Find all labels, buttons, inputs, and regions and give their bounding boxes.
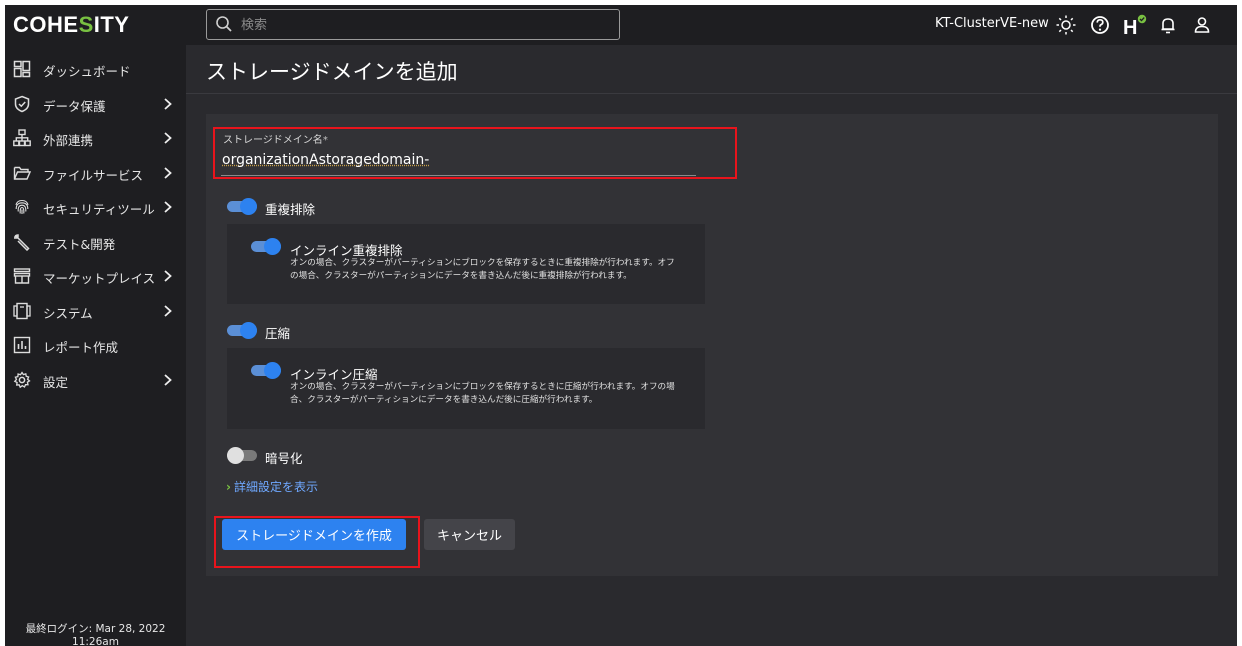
chevron-right-icon	[164, 374, 172, 386]
sidebar-item-label: 設定	[43, 375, 69, 390]
sidebar-item-dashboard[interactable]: ダッシュボード	[5, 54, 186, 84]
notification-bell-icon[interactable]	[1157, 14, 1179, 36]
search-input[interactable]	[241, 14, 611, 36]
chevron-right-icon	[164, 305, 172, 317]
form-card	[206, 114, 1218, 576]
name-field-highlight	[213, 127, 737, 179]
chevron-right-icon: ›	[226, 480, 231, 494]
chevron-right-icon	[164, 132, 172, 144]
page-header: ストレージドメインを追加	[186, 45, 1237, 94]
sidebar-item-label: マーケットプレイス	[43, 271, 156, 286]
sidebar-item-test-dev[interactable]: テスト&開発	[5, 227, 186, 257]
sidebar-item-system[interactable]: システム	[5, 296, 186, 326]
folder-icon	[13, 166, 31, 180]
cluster-name[interactable]: KT-ClusterVE-new	[935, 16, 1049, 31]
chevron-right-icon	[164, 270, 172, 282]
sidebar-item-label: ファイルサービス	[43, 168, 144, 183]
user-icon[interactable]	[1191, 14, 1213, 36]
wrench-icon	[13, 234, 30, 251]
page-title: ストレージドメインを追加	[206, 60, 458, 84]
search-box[interactable]	[206, 9, 620, 40]
sidebar-item-label: セキュリティツール	[43, 202, 155, 217]
inline-compression-toggle[interactable]	[251, 362, 281, 379]
compression-label: 圧縮	[265, 326, 291, 341]
chevron-right-icon	[164, 98, 172, 110]
chevron-right-icon	[164, 201, 172, 213]
sidebar-item-label: 外部連携	[43, 133, 94, 148]
encryption-toggle[interactable]	[227, 447, 257, 464]
sidebar-item-file-services[interactable]: ファイルサービス	[5, 158, 186, 188]
sidebar-item-label: レポート作成	[43, 340, 119, 355]
chevron-right-icon	[164, 167, 172, 179]
theme-sun-icon[interactable]	[1055, 14, 1077, 36]
sidebar-item-security-tools[interactable]: セキュリティツール	[5, 192, 186, 222]
sidebar-item-external-integration[interactable]: 外部連携	[5, 123, 186, 153]
compression-toggle[interactable]	[227, 322, 257, 339]
create-button-highlight	[214, 516, 420, 568]
inline-compression-description: オンの場合、クラスターがパーティションにブロックを保存するときに圧縮が行われます…	[290, 382, 675, 405]
app-window: COHESITY KT-ClusterVE-new H	[5, 5, 1237, 646]
top-bar: COHESITY KT-ClusterVE-new H	[5, 5, 1237, 45]
sidebar-item-label: データ保護	[43, 99, 106, 114]
sidebar-item-data-protection[interactable]: データ保護	[5, 89, 186, 119]
svg-text:H: H	[1123, 17, 1137, 36]
inline-dedup-toggle[interactable]	[251, 238, 281, 255]
system-icon	[13, 302, 31, 320]
last-login-info: 最終ログイン: Mar 28, 2022 11:26am	[25, 623, 166, 646]
show-advanced-settings-link[interactable]: › 詳細設定を表示	[226, 478, 318, 495]
sidebar-item-reports[interactable]: レポート作成	[5, 330, 186, 360]
hierarchy-icon	[13, 129, 31, 147]
dashboard-icon	[13, 60, 31, 78]
help-icon[interactable]	[1089, 14, 1111, 36]
gear-icon	[13, 371, 31, 389]
store-icon	[13, 268, 31, 284]
shield-icon	[14, 95, 30, 113]
sidebar-item-label: テスト&開発	[43, 237, 116, 252]
search-icon	[216, 16, 232, 32]
report-icon	[13, 336, 31, 354]
health-icon[interactable]: H	[1122, 14, 1148, 36]
dedup-toggle[interactable]	[227, 198, 257, 215]
dedup-label: 重複排除	[265, 202, 316, 217]
encryption-label: 暗号化	[265, 451, 303, 466]
sidebar-item-label: システム	[43, 306, 93, 321]
inline-dedup-description: オンの場合、クラスターがパーティションにブロックを保存するときに重複排除が行われ…	[290, 258, 675, 281]
cohesity-logo[interactable]: COHESITY	[13, 12, 129, 38]
fingerprint-icon	[15, 199, 29, 214]
sidebar-item-settings[interactable]: 設定	[5, 365, 186, 395]
sidebar-item-label: ダッシュボード	[43, 64, 131, 79]
sidebar-item-marketplace[interactable]: マーケットプレイス	[5, 261, 186, 291]
sidebar: ダッシュボード データ保護 外部連携 ファイルサービス セキュリティツール テス…	[5, 45, 186, 646]
cancel-button[interactable]: キャンセル	[424, 519, 515, 550]
